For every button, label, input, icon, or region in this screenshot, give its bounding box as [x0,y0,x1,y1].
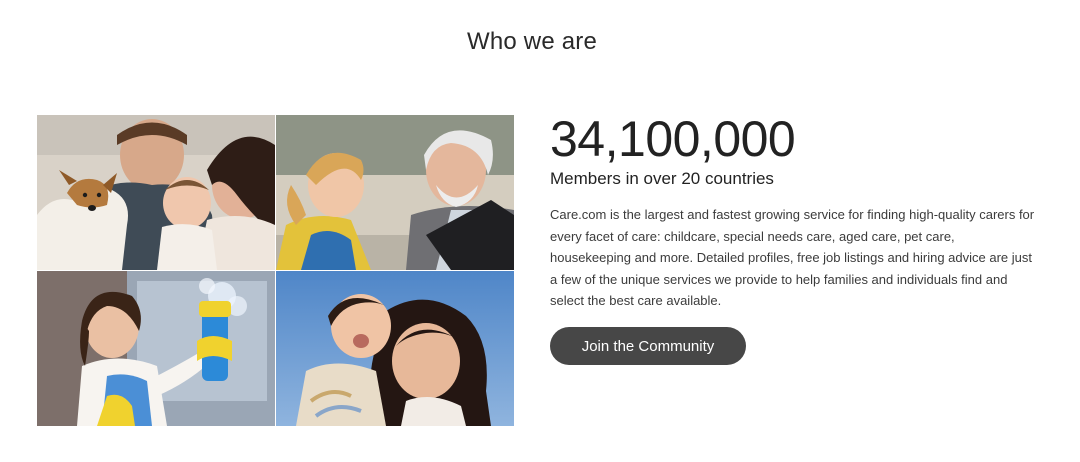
stats-block: 34,100,000 Members in over 20 countries … [550,110,1040,312]
family-with-dog-photo [37,115,275,270]
description-text: Care.com is the largest and fastest grow… [550,207,1035,308]
members-label: Members in over 20 countries [550,169,774,188]
photo-grid [37,115,514,427]
section-title: Who we are [466,28,598,55]
join-community-button[interactable]: Join the Community [550,327,746,365]
grandfather-and-child-photo [276,115,514,270]
mother-and-baby-photo [276,271,514,426]
who-we-are-section: Who we are 34,100,000 Members in over 20… [0,0,1080,462]
housekeeper-cleaning-photo [37,271,275,426]
members-count: 34,100,000 [550,111,796,167]
